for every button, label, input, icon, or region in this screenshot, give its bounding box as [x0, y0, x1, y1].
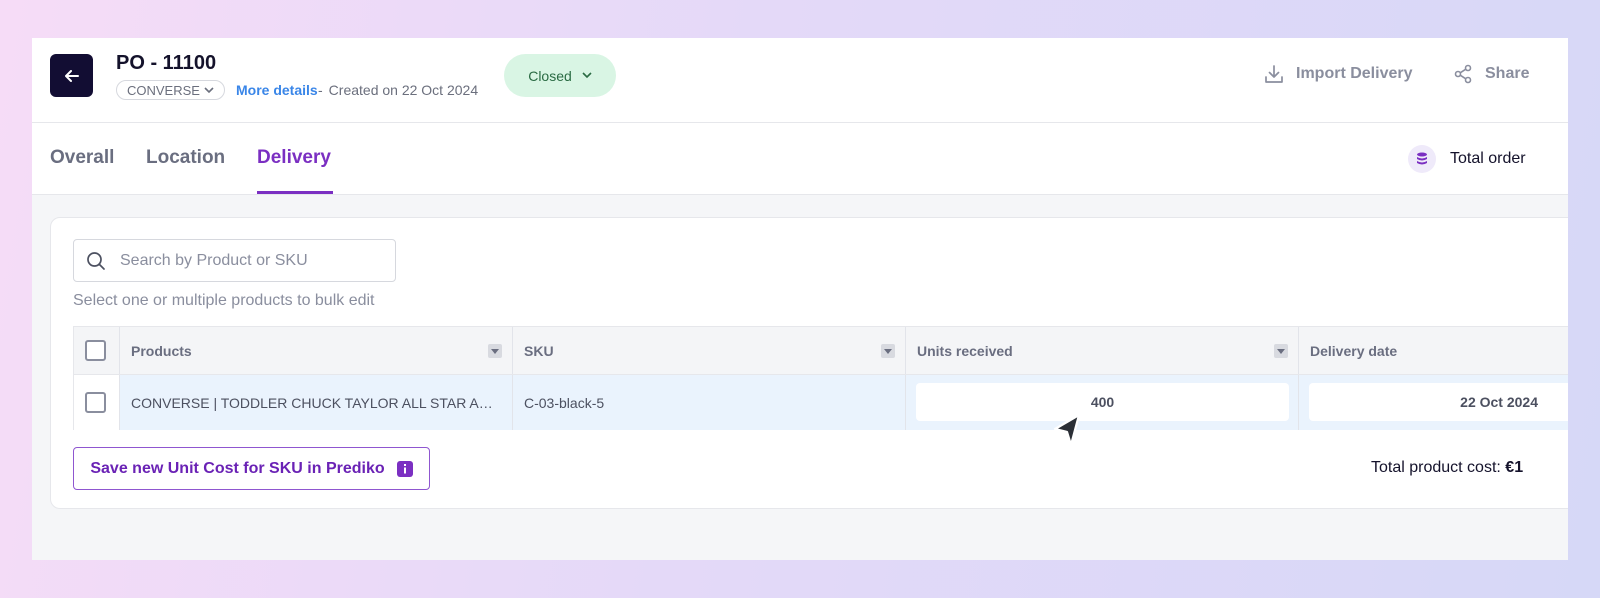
back-button[interactable]: [50, 54, 93, 97]
total-order-label: Total order: [1450, 150, 1526, 167]
cell-product: CONVERSE | TODDLER CHUCK TAYLOR ALL STAR…: [120, 375, 513, 430]
info-icon: [396, 460, 413, 477]
created-date: Created on 22 Oct 2024: [328, 82, 479, 98]
delivery-card: Select one or multiple products to bulk …: [50, 217, 1568, 509]
app-window: PO - 11100 CONVERSE More details - Creat…: [32, 38, 1568, 560]
product-name: CONVERSE | TODDLER CHUCK TAYLOR ALL STAR…: [131, 394, 502, 411]
share-label: Share: [1485, 65, 1530, 82]
status-label: Closed: [528, 67, 572, 84]
search-icon: [87, 251, 105, 270]
column-units-received: Units received: [906, 327, 1299, 374]
select-all-checkbox[interactable]: [85, 340, 106, 361]
filter-caret-icon[interactable]: [1274, 344, 1288, 358]
total-order-summary: Total order: [1408, 145, 1526, 173]
created-separator: -: [318, 82, 323, 98]
database-icon: [1408, 145, 1436, 173]
column-products: Products: [120, 327, 513, 374]
page-title: PO - 11100: [116, 52, 217, 74]
cell-delivery-date: 22 Oct 2024: [1299, 375, 1568, 430]
column-label-products: Products: [131, 342, 192, 359]
more-details-link[interactable]: More details: [236, 82, 318, 98]
created-info: - Created on 22 Oct 2024: [318, 82, 478, 98]
total-cost-value: €1: [1505, 459, 1524, 476]
supplier-selector[interactable]: CONVERSE: [116, 80, 225, 100]
table-header: Products SKU Units received Delivery dat…: [74, 327, 1568, 375]
cell-sku: C-03-black-5: [513, 375, 906, 430]
chevron-down-icon: [204, 86, 214, 93]
row-checkbox-cell: [74, 375, 120, 430]
column-label-units-received: Units received: [917, 342, 1013, 359]
import-delivery-label: Import Delivery: [1296, 65, 1413, 82]
total-product-cost: Total product cost: €1: [1371, 459, 1523, 477]
delivery-table: Products SKU Units received Delivery dat…: [73, 326, 1568, 430]
share-button[interactable]: Share: [1453, 64, 1529, 84]
save-unit-cost-label: Save new Unit Cost for SKU in Prediko: [90, 459, 385, 477]
column-label-sku: SKU: [524, 342, 554, 359]
supplier-label: CONVERSE: [127, 82, 200, 98]
total-cost-label: Total product cost:: [1371, 459, 1501, 476]
tab-overall[interactable]: Overall: [50, 147, 114, 169]
filter-caret-icon[interactable]: [881, 344, 895, 358]
header-checkbox-cell: [74, 327, 120, 374]
status-dropdown[interactable]: Closed: [504, 54, 616, 97]
column-label-delivery-date: Delivery date: [1310, 342, 1398, 359]
search-box[interactable]: [73, 239, 396, 282]
save-unit-cost-button[interactable]: Save new Unit Cost for SKU in Prediko: [73, 447, 430, 490]
column-delivery-date: Delivery date: [1299, 327, 1568, 374]
row-checkbox[interactable]: [85, 392, 106, 413]
mouse-cursor-icon: [1053, 413, 1081, 447]
active-tab-indicator: [257, 191, 333, 194]
bulk-edit-hint: Select one or multiple products to bulk …: [73, 292, 375, 309]
download-icon: [1265, 65, 1283, 83]
table-row[interactable]: CONVERSE | TODDLER CHUCK TAYLOR ALL STAR…: [74, 375, 1568, 430]
tab-bar: Overall Location Delivery Total order: [32, 123, 1568, 195]
page-header: PO - 11100 CONVERSE More details - Creat…: [32, 38, 1568, 123]
column-sku: SKU: [513, 327, 906, 374]
chevron-down-icon: [582, 72, 592, 79]
units-received-input[interactable]: 400: [916, 383, 1289, 421]
share-icon: [1454, 64, 1472, 84]
delivery-date-input[interactable]: 22 Oct 2024: [1309, 383, 1568, 421]
arrow-left-icon: [64, 69, 79, 82]
tab-location[interactable]: Location: [146, 147, 225, 169]
search-input[interactable]: [120, 251, 360, 270]
import-delivery-button[interactable]: Import Delivery: [1264, 64, 1412, 84]
cell-units-received: 400: [906, 375, 1299, 430]
filter-caret-icon[interactable]: [488, 344, 502, 358]
sku-value: C-03-black-5: [524, 394, 605, 411]
tab-delivery[interactable]: Delivery: [257, 147, 331, 169]
